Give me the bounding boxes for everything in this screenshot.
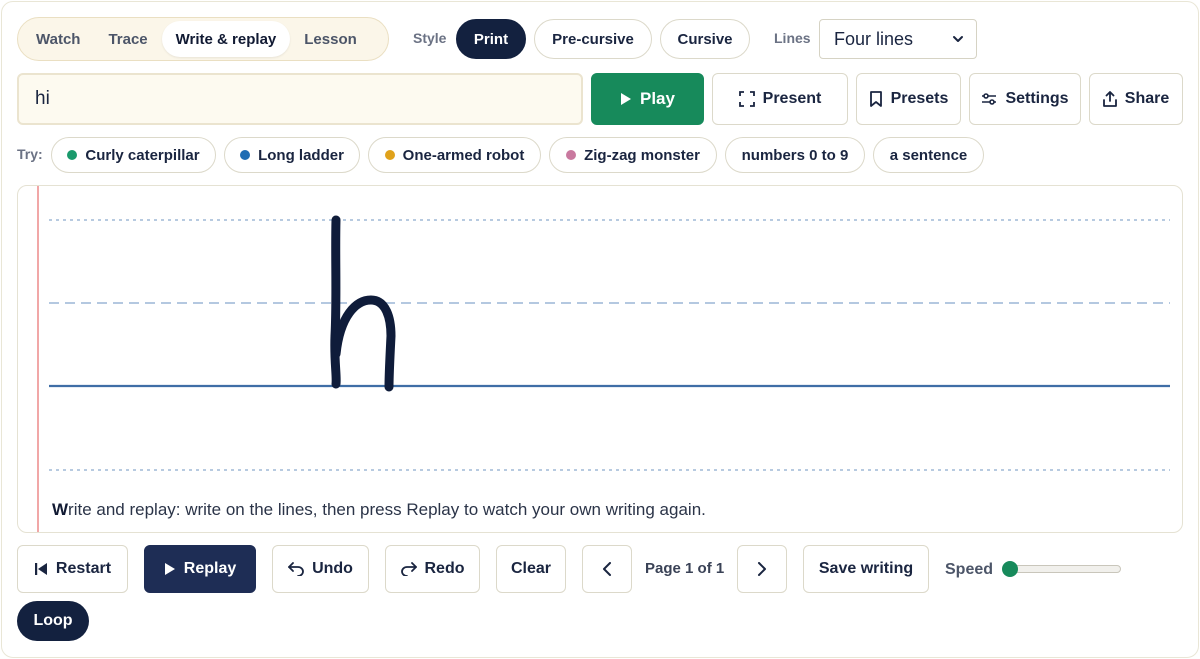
style-label: Style [413, 30, 447, 46]
undo-button[interactable]: Undo [272, 545, 369, 593]
loop-toggle[interactable]: Loop [17, 601, 89, 641]
chip-zig-zag-monster[interactable]: Zig-zag monster [549, 137, 717, 173]
lines-select[interactable]: Four lines [819, 19, 977, 59]
mode-write-replay[interactable]: Write & replay [161, 21, 291, 57]
chip-label: a sentence [889, 146, 968, 164]
settings-button-label: Settings [1005, 90, 1069, 107]
try-label: Try: [17, 146, 43, 162]
restart-button[interactable]: Restart [17, 545, 128, 593]
settings-button[interactable]: Settings [969, 73, 1081, 125]
speed-slider-track[interactable] [1004, 565, 1121, 573]
present-button-label: Present [762, 90, 822, 107]
mode-lesson[interactable]: Lesson [290, 21, 371, 57]
page-indicator: Page 1 of 1 [645, 560, 725, 577]
redo-icon [400, 562, 417, 576]
mode-switcher: Watch Trace Write & replay Lesson [17, 17, 389, 61]
mode-watch[interactable]: Watch [22, 21, 94, 57]
canvas-hint: Write and replay: write on the lines, th… [52, 500, 706, 520]
chip-sentence[interactable]: a sentence [873, 137, 984, 173]
speed-slider-thumb[interactable] [1002, 561, 1018, 577]
play-button-label: Play [640, 89, 675, 108]
text-input[interactable]: hi [17, 73, 583, 125]
next-page-button[interactable] [737, 545, 787, 593]
mode-trace[interactable]: Trace [94, 21, 161, 57]
replay-button[interactable]: Replay [144, 545, 256, 593]
chevron-right-icon [757, 562, 767, 576]
presets-button[interactable]: Presets [856, 73, 961, 125]
chevron-left-icon [602, 562, 612, 576]
chip-label: One-armed robot [402, 146, 525, 164]
play-button[interactable]: Play [591, 73, 704, 125]
undo-button-label: Undo [312, 560, 353, 577]
chip-dot [240, 150, 251, 160]
share-button-label: Share [1124, 90, 1170, 107]
style-cursive-button[interactable]: Cursive [660, 19, 750, 59]
skip-back-icon [34, 562, 48, 576]
clear-button[interactable]: Clear [496, 545, 566, 593]
play-icon [164, 562, 176, 576]
lines-label: Lines [774, 30, 811, 46]
chevron-down-icon [952, 33, 964, 45]
chip-long-ladder[interactable]: Long ladder [224, 137, 360, 173]
chip-one-armed-robot[interactable]: One-armed robot [368, 137, 541, 173]
replay-button-label: Replay [183, 560, 237, 577]
restart-button-label: Restart [55, 560, 112, 577]
chip-label: Long ladder [258, 146, 344, 164]
save-writing-button[interactable]: Save writing [803, 545, 929, 593]
presets-button-label: Presets [890, 90, 949, 107]
hint-text: rite and replay: write on the lines, the… [68, 500, 706, 519]
redo-button-label: Redo [424, 560, 465, 577]
prev-page-button[interactable] [582, 545, 632, 593]
sliders-icon [981, 92, 997, 106]
chip-label: Zig-zag monster [584, 146, 700, 164]
present-button[interactable]: Present [712, 73, 848, 125]
redo-button[interactable]: Redo [385, 545, 480, 593]
undo-icon [288, 562, 304, 576]
chip-dot [384, 150, 395, 160]
fullscreen-icon [738, 91, 755, 107]
style-pre-cursive-button[interactable]: Pre-cursive [534, 19, 652, 59]
guide-lines [49, 215, 1170, 471]
chip-dot [566, 150, 577, 160]
play-icon [620, 92, 632, 106]
chip-label: Curly caterpillar [85, 146, 200, 164]
chip-dot [67, 150, 78, 160]
chip-label: numbers 0 to 9 [741, 146, 849, 164]
speed-label: Speed [945, 561, 994, 578]
chip-curly-caterpillar[interactable]: Curly caterpillar [51, 137, 216, 173]
chip-numbers[interactable]: numbers 0 to 9 [725, 137, 865, 173]
style-print-button[interactable]: Print [456, 19, 526, 59]
lines-select-value: Four lines [834, 28, 914, 49]
share-button[interactable]: Share [1089, 73, 1183, 125]
writing-canvas[interactable]: Write and replay: write on the lines, th… [17, 185, 1183, 533]
share-icon [1102, 91, 1117, 107]
bookmark-icon [869, 91, 883, 107]
hint-first-letter: W [52, 500, 69, 519]
